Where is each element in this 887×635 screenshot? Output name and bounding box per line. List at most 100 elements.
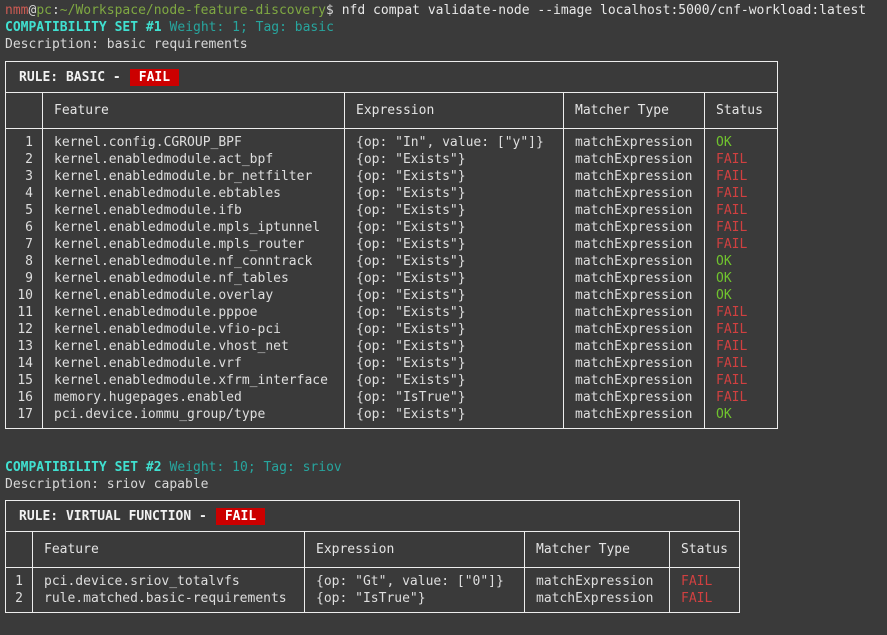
feature-cell: pci.device.sriov_totalvfs	[33, 573, 304, 590]
feature-cell-column: pci.device.sriov_totalvfsrule.matched.ba…	[33, 568, 305, 612]
status-cell: OK	[705, 134, 777, 151]
row-number: 15	[6, 372, 42, 389]
feature-cell: kernel.enabledmodule.vhost_net	[43, 338, 344, 355]
feature-cell: memory.hugepages.enabled	[43, 389, 344, 406]
set1-title: COMPATIBILITY SET #1	[5, 20, 162, 35]
matcher-cell: matchExpression	[564, 185, 704, 202]
set2-meta: Weight: 10; Tag: sriov	[162, 460, 342, 475]
feature-cell: rule.matched.basic-requirements	[33, 590, 304, 607]
matcher-cell: matchExpression	[564, 304, 704, 321]
column-header-matcher-type: Matcher Type	[564, 93, 705, 128]
row-number: 6	[6, 219, 42, 236]
feature-cell: kernel.enabledmodule.mpls_router	[43, 236, 344, 253]
rule-table-virtual-function: RULE: VIRTUAL FUNCTION - FAIL Feature Ex…	[5, 500, 740, 613]
set1-heading: COMPATIBILITY SET #1Weight: 1; Tag: basi…	[0, 19, 887, 36]
row-number: 13	[6, 338, 42, 355]
status-cell: FAIL	[705, 168, 777, 185]
set1-description: Description: basic requirements	[0, 36, 887, 53]
column-header-index	[6, 93, 43, 128]
feature-cell: kernel.enabledmodule.vfio-pci	[43, 321, 344, 338]
expression-cell: {op: "Exists"}	[345, 253, 563, 270]
status-cell: FAIL	[705, 185, 777, 202]
matcher-cell: matchExpression	[564, 389, 704, 406]
row-number: 7	[6, 236, 42, 253]
feature-cell: kernel.enabledmodule.pppoe	[43, 304, 344, 321]
matcher-cell: matchExpression	[525, 573, 669, 590]
expression-cell: {op: "Exists"}	[345, 338, 563, 355]
expression-cell: {op: "Exists"}	[345, 355, 563, 372]
fail-status-badge: FAIL	[216, 508, 265, 525]
matcher-cell: matchExpression	[564, 253, 704, 270]
column-header-expression: Expression	[305, 532, 525, 567]
expression-cell: {op: "Exists"}	[345, 406, 563, 423]
status-cell: OK	[705, 287, 777, 304]
expression-cell: {op: "IsTrue"}	[305, 590, 524, 607]
rule-header-virtual-function: RULE: VIRTUAL FUNCTION - FAIL	[6, 501, 739, 532]
prompt-dollar: $	[326, 3, 334, 18]
matcher-cell: matchExpression	[564, 134, 704, 151]
column-header-status: Status	[670, 532, 739, 567]
fail-status-badge: FAIL	[130, 69, 179, 86]
feature-cell: kernel.enabledmodule.vrf	[43, 355, 344, 372]
expression-cell: {op: "Gt", value: ["0"]}	[305, 573, 524, 590]
matcher-cell: matchExpression	[564, 355, 704, 372]
row-number: 14	[6, 355, 42, 372]
row-number: 17	[6, 406, 42, 423]
matcher-cell: matchExpression	[564, 406, 704, 423]
expression-cell-column: {op: "In", value: ["y"]}{op: "Exists"}{o…	[345, 129, 564, 428]
matcher-cell-column: matchExpressionmatchExpression	[525, 568, 670, 612]
feature-cell: kernel.enabledmodule.xfrm_interface	[43, 372, 344, 389]
prompt-path: ~/Workspace/node-feature-discovery	[60, 3, 326, 18]
table-header-row: Feature Expression Matcher Type Status	[6, 532, 739, 568]
rule-header-basic: RULE: BASIC - FAIL	[6, 62, 777, 93]
row-number-column: 1234567891011121314151617	[6, 129, 43, 428]
feature-cell: kernel.enabledmodule.ifb	[43, 202, 344, 219]
row-number-column: 12	[6, 568, 33, 612]
column-header-index	[6, 532, 33, 567]
set2-description: Description: sriov capable	[0, 476, 887, 493]
feature-cell: kernel.enabledmodule.ebtables	[43, 185, 344, 202]
expression-cell: {op: "Exists"}	[345, 202, 563, 219]
row-number: 4	[6, 185, 42, 202]
status-cell: OK	[705, 406, 777, 423]
shell-prompt-line: nmm@pc:~/Workspace/node-feature-discover…	[0, 2, 887, 19]
matcher-cell: matchExpression	[564, 338, 704, 355]
feature-cell: kernel.enabledmodule.overlay	[43, 287, 344, 304]
status-cell: FAIL	[705, 219, 777, 236]
row-number: 1	[6, 134, 42, 151]
terminal-window: nmm@pc:~/Workspace/node-feature-discover…	[0, 0, 887, 613]
expression-cell: {op: "Exists"}	[345, 304, 563, 321]
expression-cell: {op: "Exists"}	[345, 321, 563, 338]
feature-cell: kernel.enabledmodule.br_netfilter	[43, 168, 344, 185]
feature-cell: kernel.config.CGROUP_BPF	[43, 134, 344, 151]
matcher-cell: matchExpression	[564, 372, 704, 389]
row-number: 16	[6, 389, 42, 406]
status-cell: FAIL	[670, 590, 739, 607]
row-number: 1	[6, 573, 32, 590]
matcher-cell: matchExpression	[564, 151, 704, 168]
status-cell: FAIL	[705, 355, 777, 372]
matcher-cell: matchExpression	[564, 287, 704, 304]
row-number: 10	[6, 287, 42, 304]
status-cell-column: OKFAILFAILFAILFAILFAILFAILOKOKOKFAILFAIL…	[705, 129, 777, 428]
expression-cell: {op: "Exists"}	[345, 287, 563, 304]
status-cell: FAIL	[705, 321, 777, 338]
status-cell: FAIL	[705, 372, 777, 389]
feature-cell: kernel.enabledmodule.nf_tables	[43, 270, 344, 287]
row-number: 3	[6, 168, 42, 185]
prompt-username: nmm	[5, 3, 28, 18]
table-body: 1234567891011121314151617kernel.config.C…	[6, 129, 777, 428]
column-header-expression: Expression	[345, 93, 564, 128]
status-cell: FAIL	[670, 573, 739, 590]
table-body: 12pci.device.sriov_totalvfsrule.matched.…	[6, 568, 739, 612]
row-number: 2	[6, 151, 42, 168]
row-number: 9	[6, 270, 42, 287]
status-cell: FAIL	[705, 389, 777, 406]
status-cell: OK	[705, 253, 777, 270]
row-number: 12	[6, 321, 42, 338]
column-header-feature: Feature	[33, 532, 305, 567]
column-header-feature: Feature	[43, 93, 345, 128]
matcher-cell: matchExpression	[564, 321, 704, 338]
table-header-row: Feature Expression Matcher Type Status	[6, 93, 777, 129]
matcher-cell: matchExpression	[564, 168, 704, 185]
